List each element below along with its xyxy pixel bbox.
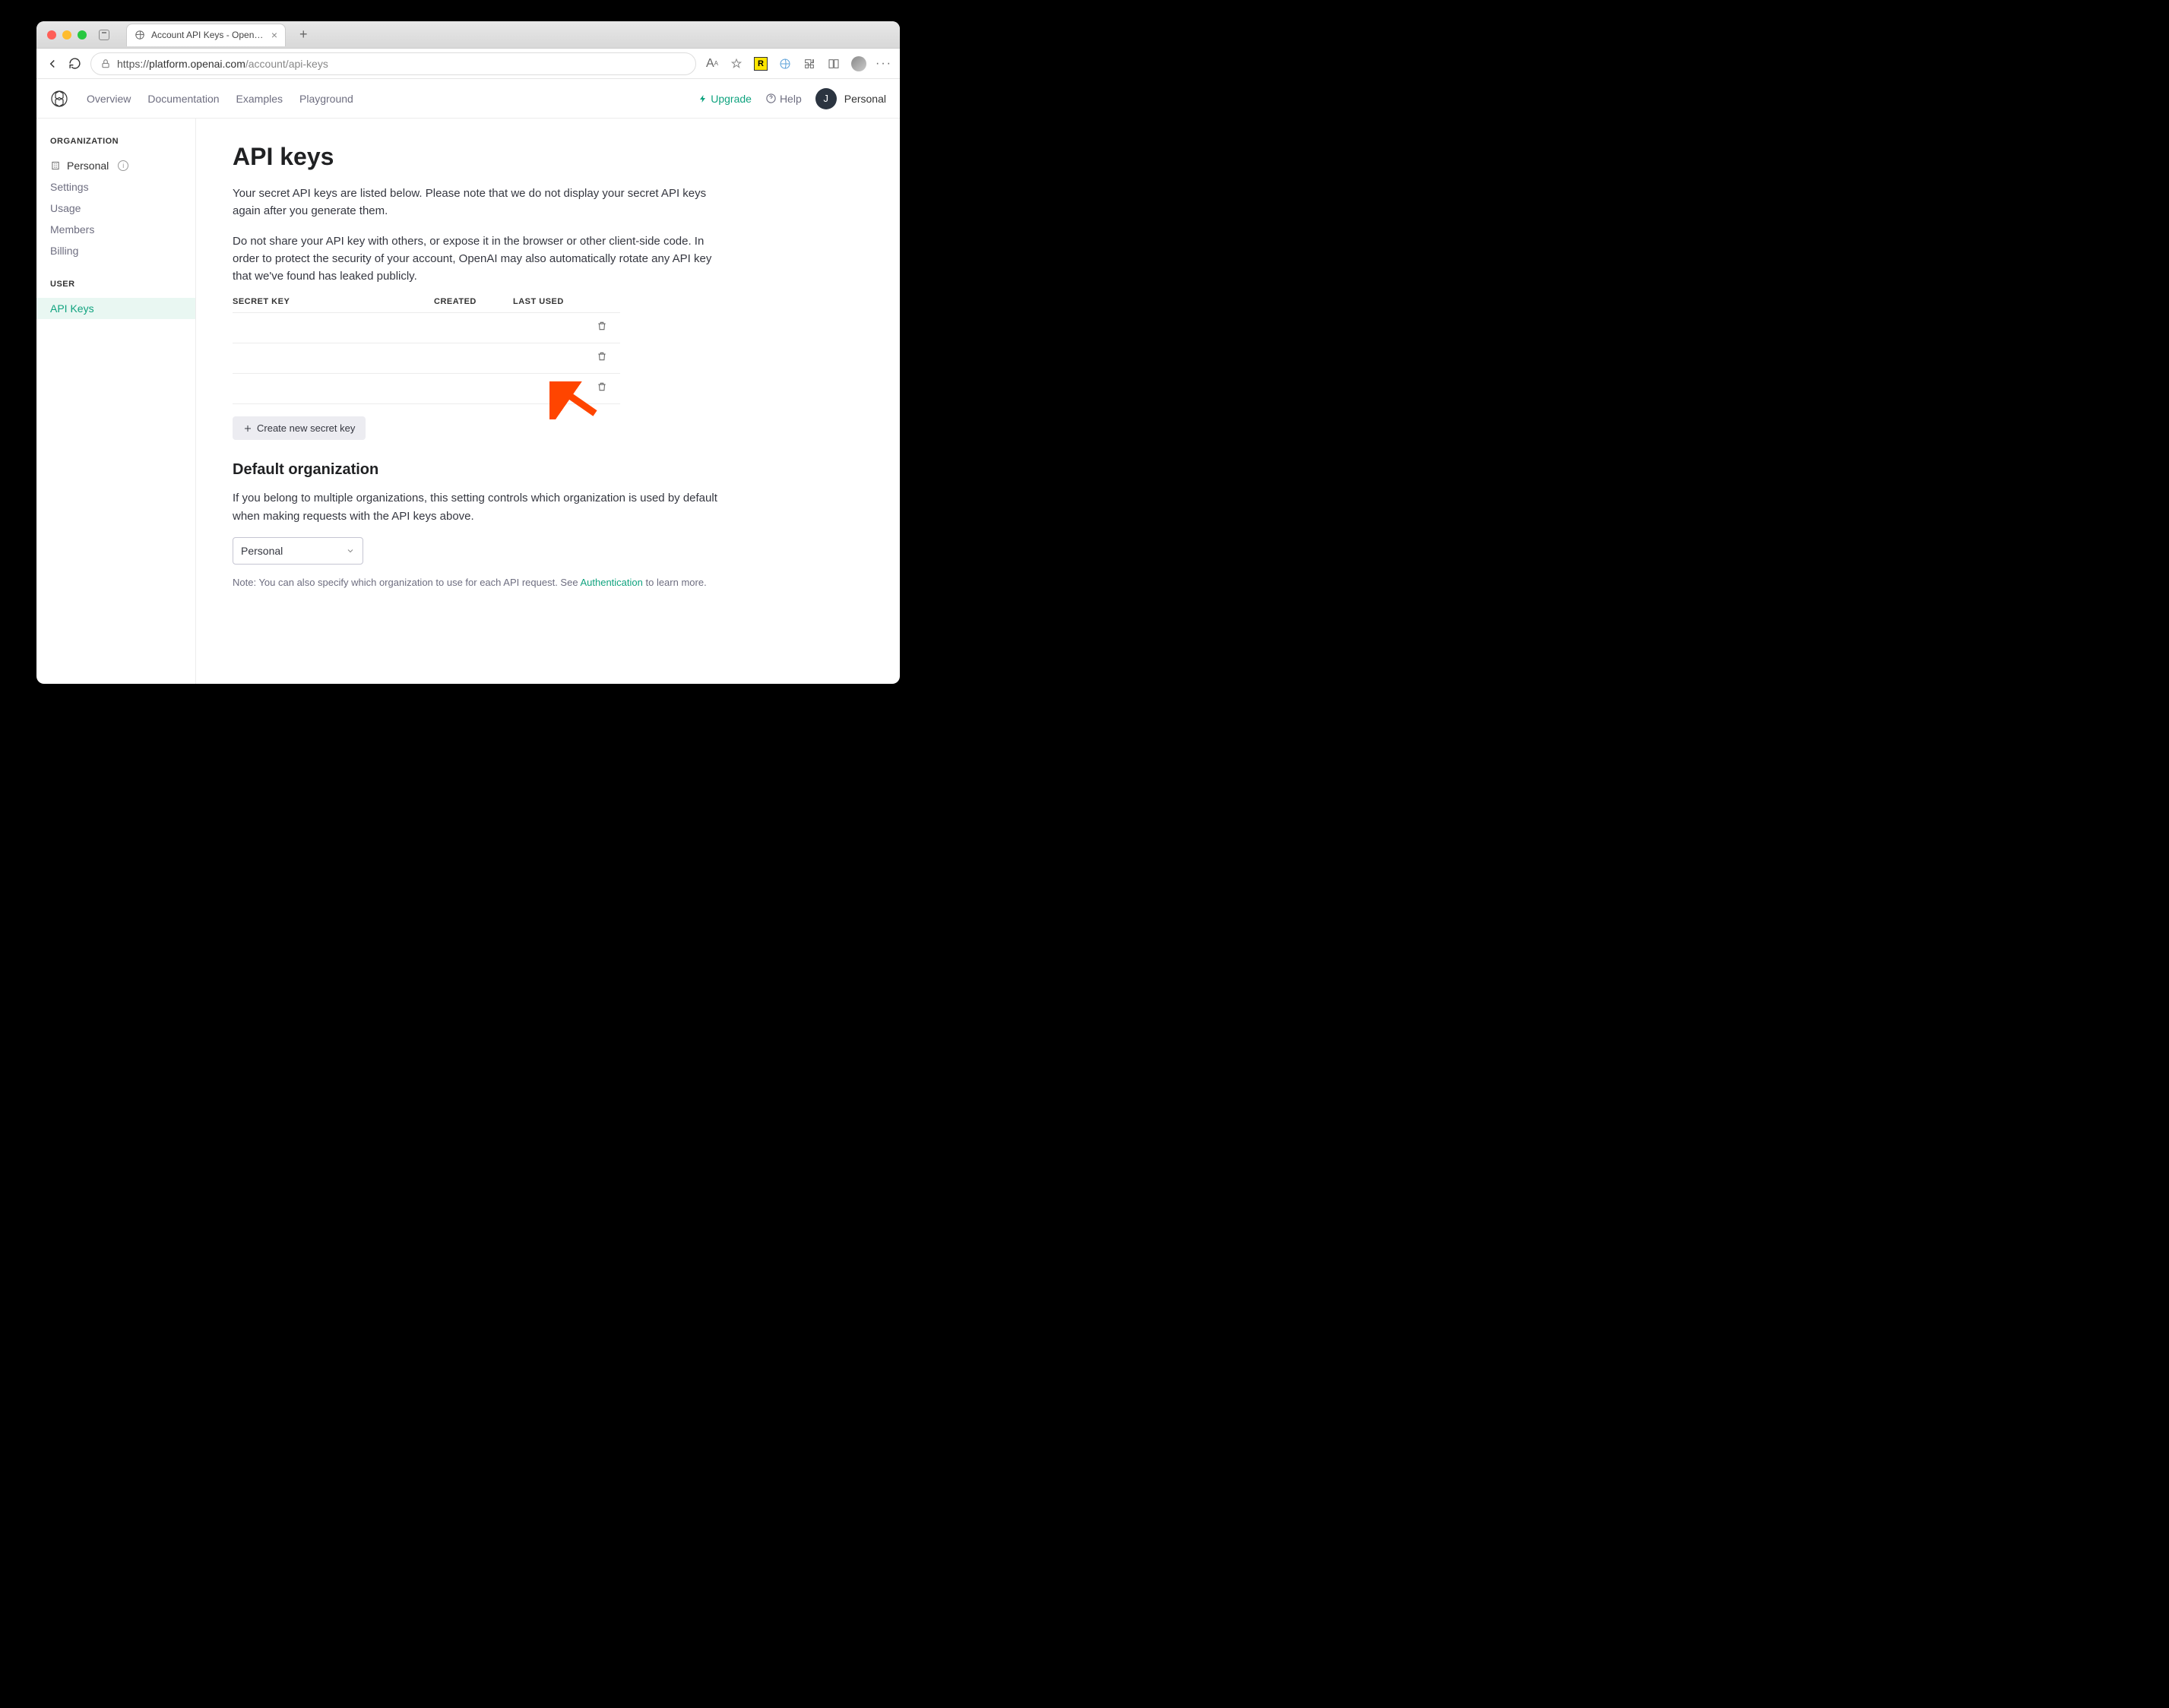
intro-paragraph-1: Your secret API keys are listed below. P… bbox=[233, 185, 719, 220]
select-value: Personal bbox=[241, 545, 283, 557]
default-org-heading: Default organization bbox=[233, 461, 863, 479]
col-secret-key: SECRET KEY bbox=[233, 297, 434, 306]
toolbar-right: AA R ··· bbox=[705, 56, 891, 71]
nav-links: Overview Documentation Examples Playgrou… bbox=[87, 93, 353, 105]
bolt-icon bbox=[698, 94, 708, 103]
sidebar: ORGANIZATION Personal i Settings Usage M… bbox=[36, 119, 196, 684]
window-close-button[interactable] bbox=[47, 30, 56, 40]
nav-examples[interactable]: Examples bbox=[236, 93, 283, 105]
help-label: Help bbox=[780, 93, 802, 105]
app-body: ORGANIZATION Personal i Settings Usage M… bbox=[36, 119, 900, 684]
user-menu[interactable]: J Personal bbox=[815, 88, 886, 109]
window-maximize-button[interactable] bbox=[78, 30, 87, 40]
main-content: API keys Your secret API keys are listed… bbox=[196, 119, 900, 684]
default-org-select[interactable]: Personal bbox=[233, 537, 363, 565]
traffic-lights bbox=[47, 30, 87, 40]
extension-puzzle-icon[interactable] bbox=[803, 57, 816, 71]
trash-icon bbox=[597, 351, 607, 362]
building-icon bbox=[50, 160, 61, 171]
tab-close-icon[interactable]: × bbox=[271, 29, 277, 41]
extension-r-icon[interactable]: R bbox=[754, 57, 768, 71]
table-row bbox=[233, 313, 620, 343]
extension-globe-icon[interactable] bbox=[778, 57, 792, 71]
note-prefix: Note: You can also specify which organiz… bbox=[233, 577, 580, 588]
sidebar-item-settings[interactable]: Settings bbox=[36, 176, 195, 198]
openai-favicon-icon bbox=[135, 30, 145, 40]
openai-logo-icon[interactable] bbox=[50, 90, 68, 108]
page-title: API keys bbox=[233, 143, 863, 171]
intro-paragraph-2: Do not share your API key with others, o… bbox=[233, 232, 719, 286]
sidebar-item-billing[interactable]: Billing bbox=[36, 240, 195, 261]
authentication-link[interactable]: Authentication bbox=[580, 577, 642, 588]
trash-icon bbox=[597, 381, 607, 392]
new-tab-button[interactable]: + bbox=[299, 27, 308, 43]
col-created: CREATED bbox=[434, 297, 513, 306]
delete-key-button[interactable] bbox=[597, 321, 607, 334]
profile-avatar-icon[interactable] bbox=[851, 56, 866, 71]
url-text: https://platform.openai.com/account/api-… bbox=[117, 58, 328, 70]
nav-documentation[interactable]: Documentation bbox=[147, 93, 219, 105]
back-button[interactable] bbox=[46, 57, 59, 71]
sidebar-item-api-keys[interactable]: API Keys bbox=[36, 298, 195, 319]
user-label: Personal bbox=[844, 93, 886, 105]
browser-toolbar: https://platform.openai.com/account/api-… bbox=[36, 49, 900, 79]
help-link[interactable]: Help bbox=[765, 93, 802, 105]
sidebar-org-heading: ORGANIZATION bbox=[36, 137, 195, 155]
tabs-overview-icon[interactable] bbox=[99, 30, 109, 40]
arrow-left-icon bbox=[46, 57, 59, 71]
collections-icon[interactable] bbox=[827, 57, 841, 71]
tab-title: Account API Keys - OpenAI AP bbox=[151, 30, 265, 40]
favorite-icon[interactable] bbox=[730, 57, 743, 71]
table-header: SECRET KEY CREATED LAST USED bbox=[233, 297, 620, 313]
create-btn-label: Create new secret key bbox=[257, 422, 355, 434]
upgrade-label: Upgrade bbox=[711, 93, 752, 105]
app-header: Overview Documentation Examples Playgrou… bbox=[36, 79, 900, 119]
lock-icon bbox=[100, 59, 111, 69]
sidebar-item-personal[interactable]: Personal i bbox=[36, 155, 195, 176]
text-size-icon[interactable]: AA bbox=[705, 57, 719, 71]
create-secret-key-button[interactable]: Create new secret key bbox=[233, 416, 366, 440]
help-icon bbox=[765, 93, 777, 104]
sidebar-personal-label: Personal bbox=[67, 160, 109, 172]
titlebar: Account API Keys - OpenAI AP × + bbox=[36, 21, 900, 49]
delete-key-button[interactable] bbox=[597, 382, 607, 395]
nav-playground[interactable]: Playground bbox=[299, 93, 353, 105]
sidebar-item-members[interactable]: Members bbox=[36, 219, 195, 240]
upgrade-link[interactable]: Upgrade bbox=[698, 93, 752, 105]
more-menu-icon[interactable]: ··· bbox=[877, 57, 891, 71]
api-keys-table: SECRET KEY CREATED LAST USED bbox=[233, 297, 620, 404]
col-last-used: LAST USED bbox=[513, 297, 597, 306]
header-right: Upgrade Help J Personal bbox=[698, 88, 886, 109]
info-icon[interactable]: i bbox=[118, 160, 128, 171]
trash-icon bbox=[597, 321, 607, 331]
chevron-down-icon bbox=[346, 546, 355, 555]
window-minimize-button[interactable] bbox=[62, 30, 71, 40]
delete-key-button[interactable] bbox=[597, 352, 607, 365]
note-suffix: to learn more. bbox=[643, 577, 707, 588]
table-row bbox=[233, 374, 620, 404]
table-row bbox=[233, 343, 620, 374]
browser-tab[interactable]: Account API Keys - OpenAI AP × bbox=[126, 24, 286, 46]
address-bar[interactable]: https://platform.openai.com/account/api-… bbox=[90, 52, 696, 75]
default-org-text: If you belong to multiple organizations,… bbox=[233, 489, 719, 525]
plus-icon bbox=[243, 424, 252, 433]
nav-overview[interactable]: Overview bbox=[87, 93, 131, 105]
browser-window: Account API Keys - OpenAI AP × + https:/… bbox=[36, 21, 900, 684]
reload-button[interactable] bbox=[68, 57, 81, 70]
reload-icon bbox=[68, 57, 81, 70]
org-note: Note: You can also specify which organiz… bbox=[233, 577, 863, 588]
user-avatar: J bbox=[815, 88, 837, 109]
sidebar-item-usage[interactable]: Usage bbox=[36, 198, 195, 219]
sidebar-user-heading: USER bbox=[36, 280, 195, 298]
